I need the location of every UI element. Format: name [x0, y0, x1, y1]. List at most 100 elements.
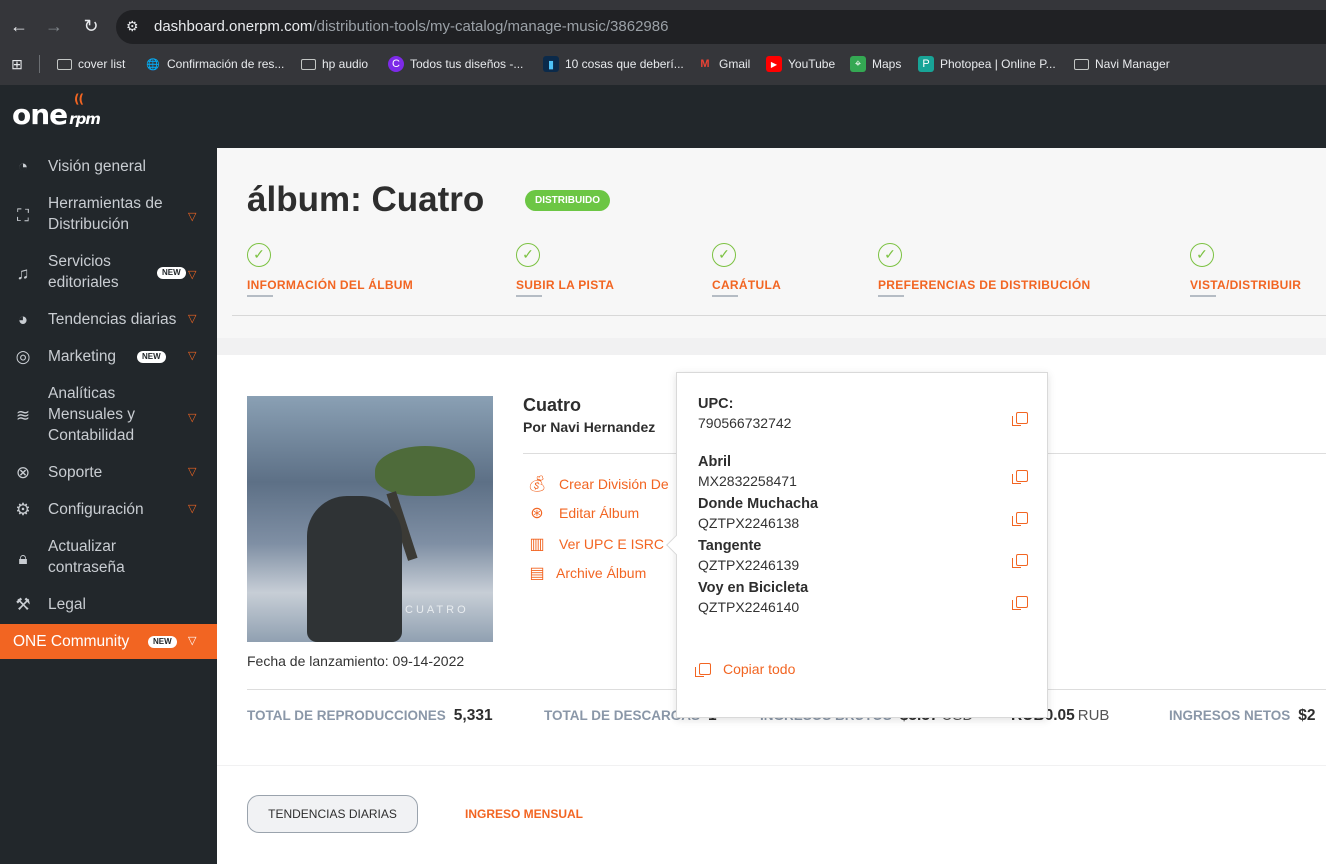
barcode-icon: ▥ — [529, 536, 545, 553]
track-row: Tangente QZTPX2246139 — [698, 538, 1028, 573]
copy-icon[interactable] — [1012, 411, 1028, 429]
stat-streams: TOTAL DE REPRODUCCIONES 5,331 — [247, 707, 493, 724]
page-title: álbum: Cuatro — [247, 180, 485, 219]
archive-icon: ▤ — [529, 565, 545, 582]
copy-icon[interactable] — [1012, 469, 1028, 487]
folder-icon — [301, 58, 316, 70]
stat-net: INGRESOS NETOS $2 — [1169, 707, 1316, 724]
gear-icon: ⚙ — [15, 500, 31, 519]
tabs-bar: TENDENCIAS DIARIAS INGRESO MENSUAL — [217, 766, 1326, 864]
photopea-icon: P — [918, 56, 934, 72]
bookmark-photopea[interactable]: P Photopea | Online P... — [918, 54, 1056, 74]
app-topbar — [0, 85, 1326, 148]
music-icon: ♫ — [16, 263, 30, 283]
maps-icon: ⌖ — [850, 56, 866, 72]
url-text: dashboard.onerpm.com/distribution-tools/… — [154, 18, 669, 35]
divider — [232, 315, 1326, 316]
check-icon: ✓ — [712, 243, 736, 267]
tab-tendencias-diarias[interactable]: TENDENCIAS DIARIAS — [247, 795, 418, 833]
crear-division-link[interactable]: 💰︎ Crear División De — [527, 474, 669, 494]
album-artist: Por Navi Hernandez — [523, 419, 656, 435]
new-badge: NEW — [148, 636, 177, 648]
forward-icon[interactable]: → — [41, 13, 67, 39]
support-icon: ⊗ — [15, 463, 31, 482]
site-settings-icon[interactable]: ⚙ — [126, 18, 139, 35]
step-caratula[interactable]: ✓ CARÁTULA — [712, 243, 781, 297]
track-row: Donde Muchacha QZTPX2246138 — [698, 496, 1028, 531]
track-row: Voy en Bicicleta QZTPX2246140 — [698, 580, 1028, 615]
new-badge: NEW — [157, 267, 186, 279]
apps-icon[interactable]: ⊞ — [9, 54, 25, 74]
audio-icon: ▮ — [543, 56, 559, 72]
pie-chart-icon: ◕ — [17, 310, 29, 329]
sidebar-item-configuracion[interactable]: ⚙ Configuración ▽ — [0, 499, 217, 520]
sidebar-item-one-community[interactable]: ONE Community NEW ▽ — [0, 624, 217, 659]
ver-upc-isrc-link[interactable]: ▥ Ver UPC E ISRC — [527, 534, 664, 554]
album-title: Cuatro — [523, 395, 581, 415]
sidebar-item-marketing[interactable]: ◎ Marketing NEW ▽ — [0, 346, 217, 367]
back-icon[interactable]: ← — [6, 13, 32, 39]
sidebar-item-herramientas[interactable]: ⛶ Herramientas de Distribución ▽ — [0, 193, 217, 235]
folder-icon — [1074, 58, 1089, 70]
upc-row: UPC: 790566732742 — [698, 396, 1028, 431]
album-header: álbum: Cuatro DISTRIBUIDO ✓ INFORMACIÓN D… — [217, 148, 1326, 338]
sidebar-item-legal[interactable]: ⚒ Legal — [0, 594, 217, 615]
distribution-icon: ⛶ — [17, 205, 29, 225]
chevron-down-icon: ▽ — [188, 350, 197, 362]
chevron-down-icon: ▽ — [188, 466, 197, 478]
browser-chrome: ← → ↻ ⚙ dashboard.onerpm.com/distributio… — [0, 0, 1326, 85]
money-bag-icon: 💰︎ — [526, 476, 548, 493]
copy-icon — [695, 663, 711, 677]
bookmark-gmail[interactable]: M Gmail — [697, 54, 750, 74]
canva-icon: C — [388, 56, 404, 72]
step-informacion[interactable]: ✓ INFORMACIÓN DEL ÁLBUM — [247, 243, 413, 297]
bookmark-cover-list[interactable]: cover list — [57, 54, 125, 74]
sidebar-item-tendencias[interactable]: ◕ Tendencias diarias ▽ — [0, 309, 217, 330]
sidebar-item-vision-general[interactable]: ◔ Visión general — [0, 156, 217, 177]
editar-album-link[interactable]: ⊛ Editar Álbum — [527, 503, 639, 523]
check-icon: ✓ — [516, 243, 540, 267]
bookmark-confirmacion[interactable]: 🌐 Confirmación de res... — [145, 54, 284, 74]
copy-icon[interactable] — [1012, 553, 1028, 571]
coins-icon: ≋ — [15, 405, 31, 425]
step-subir-pista[interactable]: ✓ SUBIR LA PISTA — [516, 243, 614, 297]
track-row: Abril MX2832258471 — [698, 454, 1028, 489]
bookmark-10-cosas[interactable]: ▮ 10 cosas que deberí... — [543, 54, 684, 74]
step-preferencias[interactable]: ✓ PREFERENCIAS DE DISTRIBUCIÓN — [878, 243, 1090, 297]
new-badge: NEW — [137, 351, 166, 363]
archive-album-link[interactable]: ▤ Archive Álbum — [527, 563, 646, 583]
check-icon: ✓ — [1190, 243, 1214, 267]
step-vista-distribuir[interactable]: ✓ VISTA/DISTRIBUIR — [1190, 243, 1301, 297]
target-icon: ◎ — [15, 347, 31, 366]
bookmark-hp-audio[interactable]: hp audio — [301, 54, 368, 74]
tab-ingreso-mensual[interactable]: INGRESO MENSUAL — [465, 807, 583, 821]
bookmark-canva[interactable]: C Todos tus diseños -... — [388, 54, 523, 74]
copy-icon[interactable] — [1012, 595, 1028, 613]
sidebar-item-actualizar-contrasena[interactable]: 🔒︎ Actualizar contraseña — [0, 536, 217, 578]
gavel-icon: ⚒ — [15, 595, 31, 614]
lifebuoy-icon: ⊛ — [530, 505, 544, 522]
lock-icon: 🔒︎ — [18, 548, 28, 568]
dashboard-icon: ◔ — [17, 157, 29, 176]
chevron-down-icon: ▽ — [188, 211, 197, 223]
chevron-down-icon: ▽ — [188, 635, 197, 647]
bookmark-navi-manager[interactable]: Navi Manager — [1074, 54, 1170, 74]
folder-icon — [57, 58, 72, 70]
bookmark-maps[interactable]: ⌖ Maps — [850, 54, 901, 74]
sidebar-item-analiticas[interactable]: ≋ Analíticas Mensuales y Contabilidad ▽ — [0, 383, 217, 446]
address-bar[interactable]: ⚙ dashboard.onerpm.com/distribution-tool… — [116, 10, 1326, 44]
chevron-down-icon: ▽ — [188, 412, 197, 424]
onerpm-logo[interactable]: one rpm(( — [12, 92, 101, 131]
sidebar-item-servicios-editoriales[interactable]: ♫ Servicios editoriales NEW ▽ — [0, 251, 217, 293]
sidebar-item-soporte[interactable]: ⊗ Soporte ▽ — [0, 462, 217, 483]
copy-all-button[interactable]: Copiar todo — [695, 661, 795, 677]
reload-icon[interactable]: ↻ — [78, 13, 104, 39]
check-icon: ✓ — [247, 243, 271, 267]
upc-isrc-popup: UPC: 790566732742 Abril MX2832258471 Donde… — [666, 372, 1048, 718]
chevron-down-icon: ▽ — [188, 313, 197, 325]
check-icon: ✓ — [878, 243, 902, 267]
chevron-down-icon: ▽ — [188, 269, 197, 281]
bookmark-youtube[interactable]: ▶ YouTube — [766, 54, 835, 74]
youtube-icon: ▶ — [766, 56, 782, 72]
copy-icon[interactable] — [1012, 511, 1028, 529]
